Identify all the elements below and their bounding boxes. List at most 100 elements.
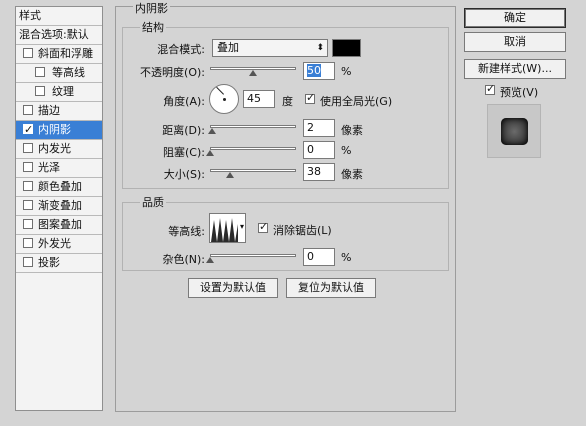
color-overlay-checkbox[interactable] xyxy=(23,181,33,191)
style-item-texture[interactable]: 纹理 xyxy=(16,83,102,102)
blend-mode-dropdown[interactable]: 叠加 ⬍ xyxy=(212,39,328,57)
distance-value: 2 xyxy=(307,121,314,134)
stroke-label: 描边 xyxy=(38,104,60,117)
angle-dial-needle-icon xyxy=(216,86,224,95)
outer-glow-label: 外发光 xyxy=(38,237,71,250)
angle-unit: 度 xyxy=(282,95,293,108)
shadow-color-swatch[interactable] xyxy=(332,39,361,57)
style-item-outer-glow[interactable]: 外发光 xyxy=(16,235,102,254)
cancel-button[interactable]: 取消 xyxy=(464,32,566,52)
dropdown-arrow-icon: ⬍ xyxy=(316,43,324,53)
styles-list: 样式 混合选项:默认 斜面和浮雕 等高线 纹理 描边 内阴影 内发光 光泽 颜色… xyxy=(15,6,103,411)
distance-label: 距离(D): xyxy=(162,124,205,137)
ok-button[interactable]: 确定 xyxy=(464,8,566,28)
opacity-label: 不透明度(O): xyxy=(140,66,205,79)
preview-label: 预览(V) xyxy=(500,86,539,99)
contour-picker[interactable]: ▾ xyxy=(209,213,246,243)
set-default-button[interactable]: 设置为默认值 xyxy=(188,278,278,298)
size-label: 大小(S): xyxy=(163,168,205,181)
choke-slider[interactable] xyxy=(210,147,296,150)
structure-title: 结构 xyxy=(140,19,166,35)
angle-label: 角度(A): xyxy=(163,95,205,108)
style-item-inner-shadow[interactable]: 内阴影 xyxy=(16,121,102,140)
opacity-input[interactable]: 50 xyxy=(303,62,335,80)
style-item-color-overlay[interactable]: 颜色叠加 xyxy=(16,178,102,197)
satin-checkbox[interactable] xyxy=(23,162,33,172)
style-item-pattern-overlay[interactable]: 图案叠加 xyxy=(16,216,102,235)
noise-value: 0 xyxy=(307,250,314,263)
contour-dropdown-arrow-icon: ▾ xyxy=(239,222,244,231)
size-value: 38 xyxy=(307,165,321,178)
styles-header[interactable]: 样式 xyxy=(16,7,102,26)
reset-default-button[interactable]: 复位为默认值 xyxy=(286,278,376,298)
stroke-checkbox[interactable] xyxy=(23,105,33,115)
opacity-unit: % xyxy=(341,65,352,78)
distance-slider[interactable] xyxy=(210,125,296,128)
color-overlay-label: 颜色叠加 xyxy=(38,180,82,193)
noise-unit: % xyxy=(341,251,352,264)
style-item-gradient-overlay[interactable]: 渐变叠加 xyxy=(16,197,102,216)
choke-label: 阻塞(C): xyxy=(163,146,205,159)
blend-mode-label: 混合模式: xyxy=(157,43,205,56)
contour-checkbox[interactable] xyxy=(35,67,45,77)
pattern-overlay-label: 图案叠加 xyxy=(38,218,82,231)
noise-label: 杂色(N): xyxy=(162,253,205,266)
noise-input[interactable]: 0 xyxy=(303,248,335,266)
style-item-satin[interactable]: 光泽 xyxy=(16,159,102,178)
choke-value: 0 xyxy=(307,143,314,156)
choke-input[interactable]: 0 xyxy=(303,141,335,159)
opacity-slider-thumb[interactable] xyxy=(249,70,257,76)
texture-label: 纹理 xyxy=(52,85,74,98)
bevel-emboss-label: 斜面和浮雕 xyxy=(38,47,93,60)
angle-dial[interactable] xyxy=(209,84,239,114)
new-style-button[interactable]: 新建样式(W)... xyxy=(464,59,566,79)
noise-slider[interactable] xyxy=(210,254,296,257)
inner-shadow-label: 内阴影 xyxy=(38,123,71,136)
size-input[interactable]: 38 xyxy=(303,163,335,181)
distance-input[interactable]: 2 xyxy=(303,119,335,137)
gradient-overlay-label: 渐变叠加 xyxy=(38,199,82,212)
drop-shadow-checkbox[interactable] xyxy=(23,257,33,267)
texture-checkbox[interactable] xyxy=(35,86,45,96)
opacity-value: 50 xyxy=(307,64,321,77)
global-light-label: 使用全局光(G) xyxy=(320,95,393,108)
blend-options-item[interactable]: 混合选项:默认 xyxy=(16,26,102,45)
size-unit: 像素 xyxy=(341,168,363,181)
angle-value: 45 xyxy=(247,92,261,105)
style-preview-box xyxy=(487,104,541,158)
style-item-contour[interactable]: 等高线 xyxy=(16,64,102,83)
style-item-drop-shadow[interactable]: 投影 xyxy=(16,254,102,273)
inner-shadow-checkbox[interactable] xyxy=(23,121,33,139)
global-light-checkbox[interactable] xyxy=(305,91,315,104)
inner-glow-label: 内发光 xyxy=(38,142,71,155)
distance-slider-thumb[interactable] xyxy=(208,128,216,134)
style-item-bevel-emboss[interactable]: 斜面和浮雕 xyxy=(16,45,102,64)
style-item-stroke[interactable]: 描边 xyxy=(16,102,102,121)
inner-glow-checkbox[interactable] xyxy=(23,143,33,153)
satin-label: 光泽 xyxy=(38,161,60,174)
angle-input[interactable]: 45 xyxy=(243,90,275,108)
contour-curve-icon xyxy=(211,218,238,242)
blend-options-label: 混合选项:默认 xyxy=(19,28,89,41)
preview-swatch-icon xyxy=(501,118,528,145)
angle-dial-center-icon xyxy=(223,98,226,101)
style-item-inner-glow[interactable]: 内发光 xyxy=(16,140,102,159)
preview-checkbox[interactable] xyxy=(485,82,495,95)
styles-header-label: 样式 xyxy=(19,9,41,22)
gradient-overlay-checkbox[interactable] xyxy=(23,200,33,210)
section-title: 内阴影 xyxy=(133,0,170,16)
blend-mode-value: 叠加 xyxy=(217,41,239,54)
quality-title: 品质 xyxy=(140,194,166,210)
size-slider[interactable] xyxy=(210,169,296,172)
pattern-overlay-checkbox[interactable] xyxy=(23,219,33,229)
choke-unit: % xyxy=(341,144,352,157)
outer-glow-checkbox[interactable] xyxy=(23,238,33,248)
size-slider-thumb[interactable] xyxy=(226,172,234,178)
choke-slider-thumb[interactable] xyxy=(206,150,214,156)
noise-slider-thumb[interactable] xyxy=(206,257,214,263)
antialias-checkbox[interactable] xyxy=(258,220,268,233)
contour-label: 等高线: xyxy=(168,225,205,238)
contour-label: 等高线 xyxy=(52,66,85,79)
antialias-label: 消除锯齿(L) xyxy=(273,224,332,237)
bevel-emboss-checkbox[interactable] xyxy=(23,48,33,58)
